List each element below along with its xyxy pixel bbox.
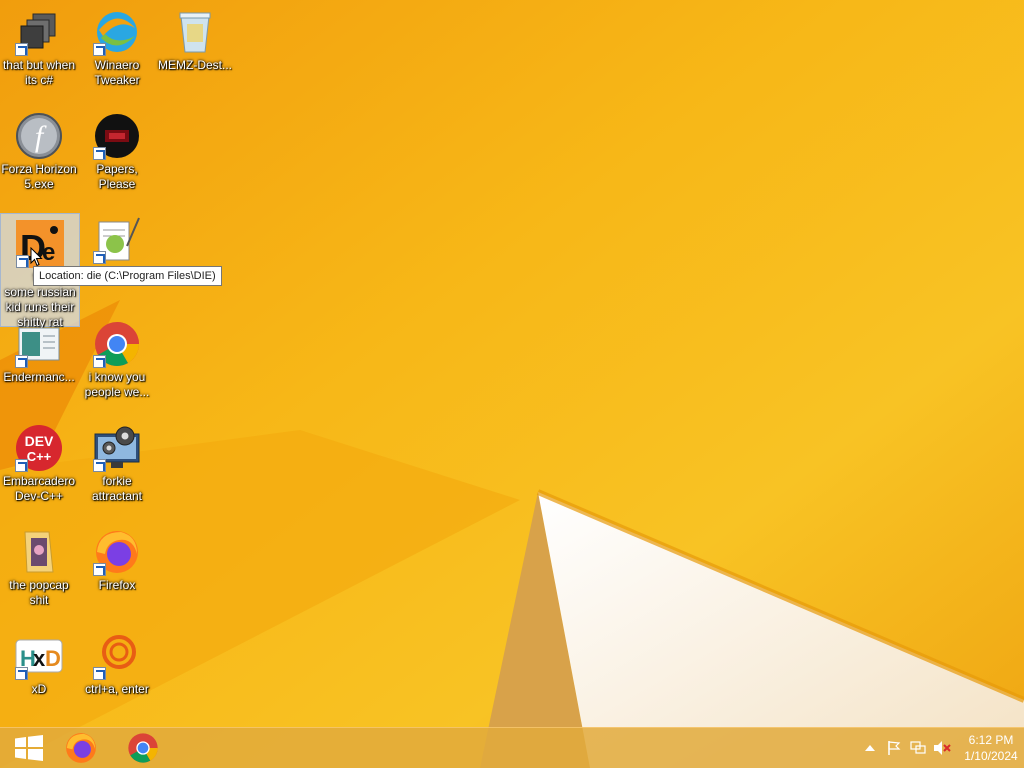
windows-logo-icon	[15, 735, 43, 761]
action-center-flag-icon[interactable]	[884, 738, 904, 758]
icon-label: forkie attractant	[91, 474, 143, 503]
desktop-icon-notepad-plus[interactable]	[78, 210, 156, 266]
volume-muted-icon[interactable]	[932, 738, 952, 758]
icon-label: MEMZ-Dest...	[158, 58, 232, 72]
desktop-icon-endermanch[interactable]: Endermanc...	[0, 314, 78, 385]
firefox-icon	[93, 528, 141, 576]
shortcut-arrow-icon	[93, 667, 106, 680]
desktop-icon-forza-horizon[interactable]: f Forza Horizon 5.exe	[0, 106, 78, 192]
desktop-icon-forkie-attractant[interactable]: forkie attractant	[78, 418, 156, 504]
taskbar: 6:12 PM 1/10/2024	[0, 727, 1024, 768]
svg-text:D: D	[45, 646, 61, 671]
flash-player-icon: f	[15, 112, 63, 160]
taskbar-clock[interactable]: 6:12 PM 1/10/2024	[958, 732, 1024, 764]
desktop-icon-dev-cpp[interactable]: DEV C++ Embarcadero Dev-C++	[0, 418, 78, 504]
desktop-icon-i-know-you-people[interactable]: i know you people we...	[78, 314, 156, 400]
icon-label: Winaero Tweaker	[94, 58, 140, 87]
firefox-icon	[66, 733, 96, 763]
chrome-icon	[93, 320, 141, 368]
mouse-cursor-icon	[30, 247, 43, 267]
show-hidden-icons-chevron-icon[interactable]	[860, 738, 880, 758]
system-tray: 6:12 PM 1/10/2024	[858, 728, 1024, 768]
papers-please-icon	[93, 112, 141, 160]
icon-label: Forza Horizon 5.exe	[1, 162, 77, 191]
document-viewer-icon	[15, 320, 63, 368]
start-button[interactable]	[0, 728, 58, 768]
desktop-icon-xd[interactable]: H x D xD	[0, 626, 78, 697]
notepad-plus-plus-icon	[93, 216, 141, 264]
shortcut-arrow-icon	[93, 251, 106, 264]
shortcut-arrow-icon	[93, 355, 106, 368]
desktop-icon-memz[interactable]: MEMZ-Dest...	[156, 2, 234, 73]
dev-badge-line1: DEV	[25, 433, 54, 449]
icon-label: Firefox	[98, 578, 136, 592]
svg-text:e: e	[42, 239, 55, 266]
taskbar-firefox-button[interactable]	[52, 728, 110, 768]
icon-label: that but when its c#	[2, 58, 76, 87]
desktop-icon-ctrl-a-enter[interactable]: ctrl+a, enter	[78, 626, 156, 697]
shortcut-arrow-icon	[16, 255, 29, 268]
chrome-icon	[128, 733, 158, 763]
hxd-icon: H x D	[15, 632, 63, 680]
shortcut-arrow-icon	[93, 459, 106, 472]
network-icon[interactable]	[908, 738, 928, 758]
shortcut-arrow-icon	[93, 563, 106, 576]
shortcut-arrow-icon	[93, 43, 106, 56]
dev-cpp-icon: DEV C++	[15, 424, 63, 472]
icon-label: xD	[31, 682, 47, 696]
desktop-icon-winaero-tweaker[interactable]: Winaero Tweaker	[78, 2, 156, 88]
recycle-bin-icon	[171, 8, 219, 56]
desktop-icon-papers-please[interactable]: Papers, Please	[78, 106, 156, 192]
clock-time: 6:12 PM	[968, 733, 1014, 747]
icon-label: i know you people we...	[84, 370, 150, 399]
icon-label: Papers, Please	[96, 162, 138, 191]
icon-label: ctrl+a, enter	[85, 682, 149, 696]
folder-icon	[15, 528, 63, 576]
icon-label: Embarcadero Dev-C++	[2, 474, 76, 503]
shortcut-arrow-icon	[93, 147, 106, 160]
stacked-windows-icon	[15, 8, 63, 56]
shortcut-arrow-icon	[15, 459, 28, 472]
icon-label: the popcap shit	[9, 578, 69, 607]
shortcut-arrow-icon	[15, 355, 28, 368]
dev-badge-line2: C++	[27, 449, 52, 464]
computer-gear-icon	[93, 424, 141, 472]
icon-label: Endermanc...	[3, 370, 75, 384]
taskbar-chrome-button[interactable]	[114, 728, 172, 768]
desktop-icon-popcap[interactable]: the popcap shit	[0, 522, 78, 608]
desktop-icon-firefox[interactable]: Firefox	[78, 522, 156, 593]
orange-ring-icon	[93, 632, 141, 680]
winaero-icon	[93, 8, 141, 56]
shortcut-arrow-icon	[15, 667, 28, 680]
clock-date: 1/10/2024	[964, 749, 1018, 763]
location-tooltip: Location: die (C:\Program Files\DIE)	[33, 266, 222, 286]
desktop-icon-that-but-when[interactable]: that but when its c#	[0, 2, 78, 88]
shortcut-arrow-icon	[15, 43, 28, 56]
